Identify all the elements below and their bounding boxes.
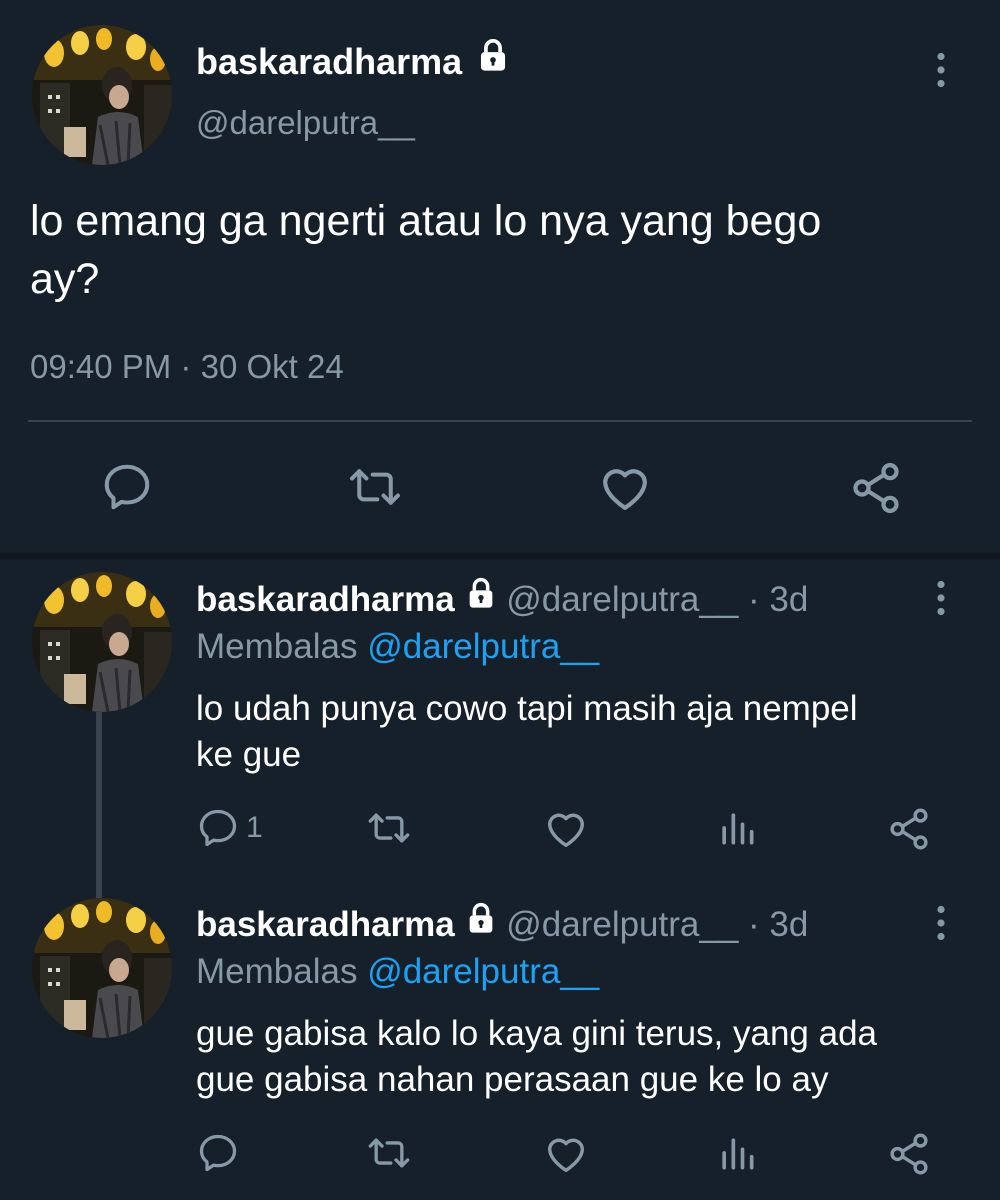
retweet-icon (364, 1131, 414, 1175)
share-button[interactable] (886, 806, 932, 852)
thread-line (96, 712, 102, 902)
tweet-text: lo emang ga ngerti atau lo nya yang bego… (30, 192, 821, 308)
share-button[interactable] (848, 460, 904, 516)
reply-age: · 3d (748, 580, 809, 619)
reply-button[interactable] (196, 1131, 240, 1175)
more-vertical-icon[interactable] (932, 580, 950, 616)
reply-icon (196, 806, 240, 850)
handle[interactable]: @darelputra__ (506, 580, 738, 619)
retweet-button[interactable] (364, 806, 414, 850)
like-button[interactable] (597, 460, 653, 516)
replying-to: Membalas @darelputra__ (196, 950, 599, 994)
like-icon (543, 806, 589, 852)
replying-label: Membalas (196, 952, 358, 991)
avatar[interactable] (32, 898, 172, 1038)
reply-text: lo udah punya cowo tapi masih aja nempel… (196, 686, 858, 778)
tweet-date: 30 Okt 24 (200, 348, 344, 385)
divider (28, 420, 972, 422)
lock-icon (465, 901, 497, 945)
reply-header: baskaradharma @darelputra__ · 3d (196, 903, 808, 947)
reply-text-line: lo udah punya cowo tapi masih aja nempel (196, 689, 858, 728)
reply-age: · 3d (748, 905, 809, 944)
reply-text-line: ke gue (196, 735, 302, 774)
share-icon (886, 806, 932, 852)
display-name[interactable]: baskaradharma (196, 580, 455, 619)
handle[interactable]: @darelputra__ (196, 103, 415, 143)
reply-text: gue gabisa kalo lo kaya gini terus, yang… (196, 1011, 877, 1103)
retweet-button[interactable] (364, 1131, 414, 1175)
reply-icon (196, 1131, 240, 1175)
retweet-icon (364, 806, 414, 850)
replying-to-link[interactable]: @darelputra__ (367, 952, 599, 991)
replying-to: Membalas @darelputra__ (196, 625, 599, 669)
lock-icon (476, 38, 510, 82)
tweet-text-line: lo emang ga ngerti atau lo nya yang bego (30, 197, 822, 245)
reply-button[interactable]: 1 (196, 806, 263, 850)
reply-icon (100, 460, 154, 514)
timestamp[interactable]: 09:40 PM · 30 Okt 24 (30, 347, 344, 387)
reply-text-line: gue gabisa nahan perasaan gue ke lo ay (196, 1060, 829, 1099)
retweet-button[interactable] (344, 460, 406, 514)
display-name[interactable]: baskaradharma (196, 905, 455, 944)
separator-dot: · (180, 348, 192, 385)
analytics-button[interactable] (715, 1131, 759, 1175)
analytics-icon (715, 1131, 759, 1175)
reply-count: 1 (246, 811, 263, 844)
like-icon (597, 460, 653, 516)
share-icon (848, 460, 904, 516)
share-button[interactable] (886, 1131, 932, 1177)
more-vertical-icon[interactable] (932, 52, 950, 88)
like-button[interactable] (543, 806, 589, 852)
tweet-time: 09:40 PM (30, 348, 172, 385)
lock-icon (465, 576, 497, 620)
like-button[interactable] (543, 1131, 589, 1177)
display-name-row: baskaradharma (196, 40, 510, 84)
avatar[interactable] (32, 572, 172, 712)
handle[interactable]: @darelputra__ (506, 905, 738, 944)
like-icon (543, 1131, 589, 1177)
reply-button[interactable] (100, 460, 154, 514)
reply-text-line: gue gabisa kalo lo kaya gini terus, yang… (196, 1014, 878, 1053)
replying-to-link[interactable]: @darelputra__ (367, 627, 599, 666)
section-separator (0, 553, 1000, 559)
more-vertical-icon[interactable] (932, 905, 950, 941)
reply-header: baskaradharma @darelputra__ · 3d (196, 578, 808, 622)
tweet-text-line: ay? (30, 255, 100, 303)
avatar[interactable] (32, 25, 172, 165)
retweet-icon (344, 460, 406, 514)
display-name[interactable]: baskaradharma (196, 41, 462, 82)
share-icon (886, 1131, 932, 1177)
replying-label: Membalas (196, 627, 358, 666)
analytics-button[interactable] (715, 806, 759, 850)
analytics-icon (715, 806, 759, 850)
